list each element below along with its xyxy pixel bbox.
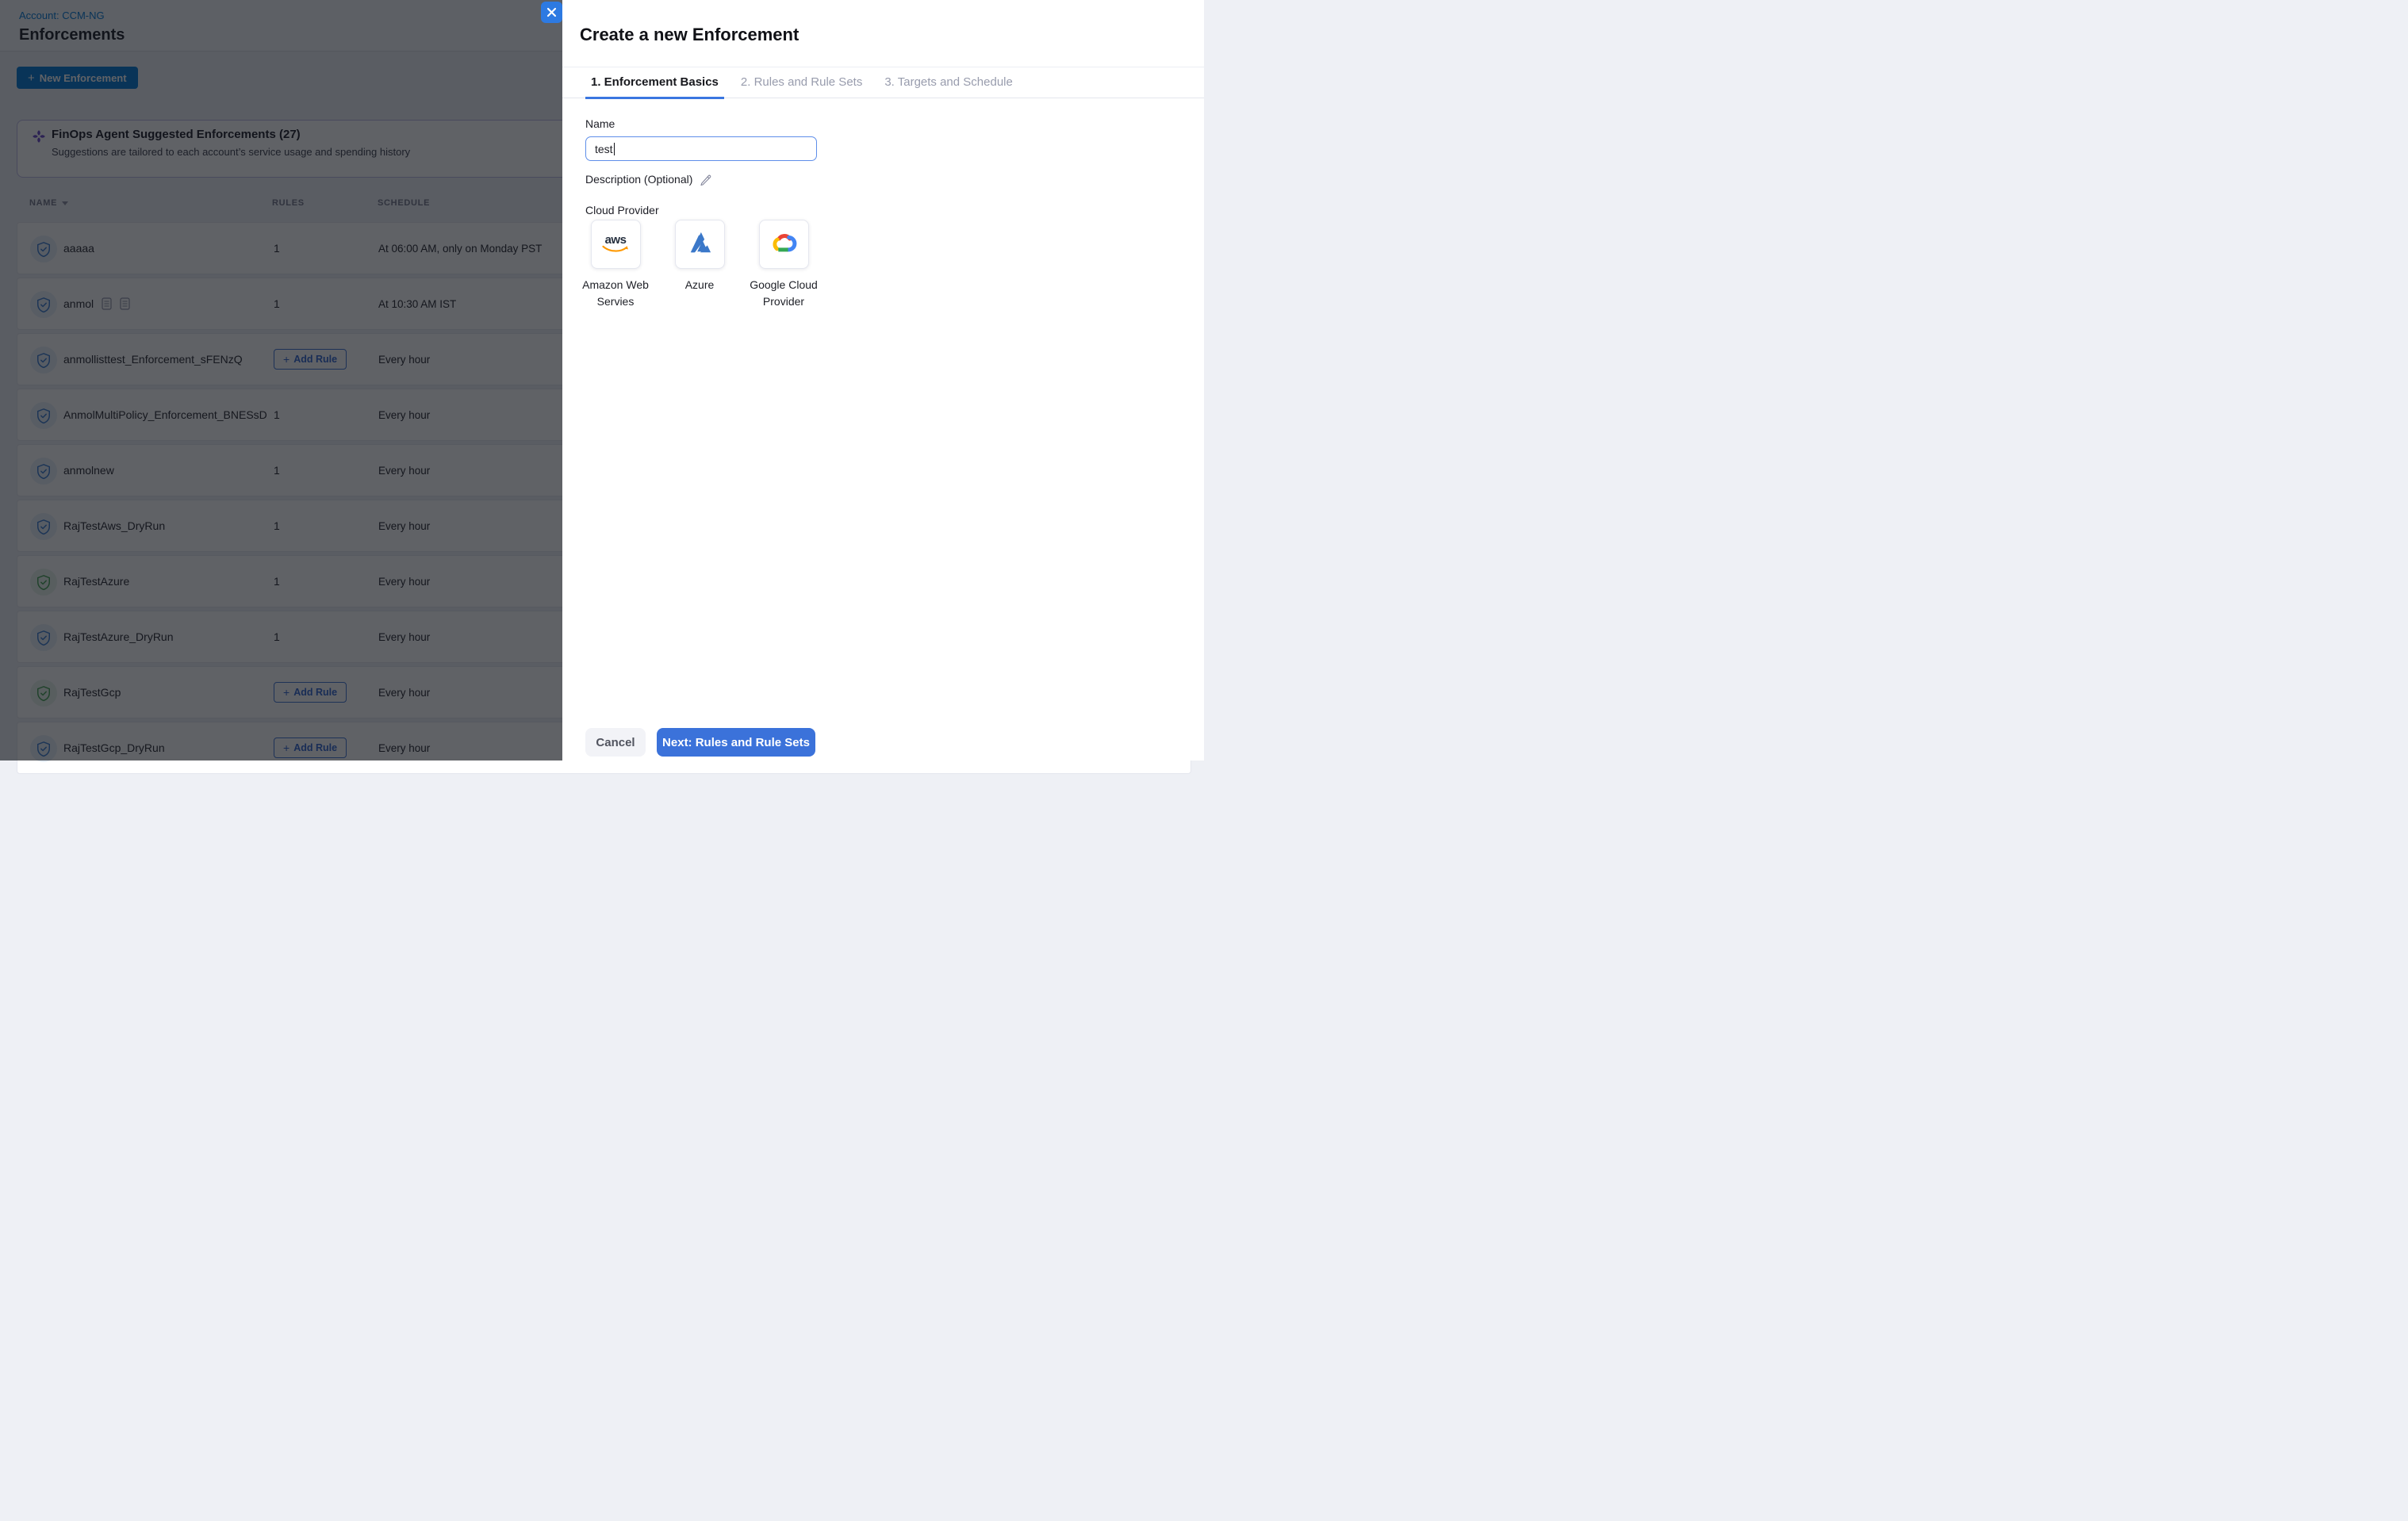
text-cursor (614, 143, 615, 155)
cloud-provider-options: aws Amazon Web Servies (562, 220, 1204, 315)
drawer-title: Create a new Enforcement (580, 25, 799, 45)
azure-logo-icon (686, 231, 713, 259)
provider-label-aws: Amazon Web Servies (568, 277, 663, 310)
cancel-button[interactable]: Cancel (585, 728, 646, 757)
gcp-logo-icon (769, 231, 798, 259)
wizard-tab-3[interactable]: 3. Targets and Schedule (879, 67, 1018, 99)
provider-card-aws[interactable]: aws Amazon Web Servies (568, 220, 663, 310)
description-label: Description (Optional) (585, 173, 692, 186)
name-input-value: test (595, 143, 613, 155)
modal-overlay-scrim[interactable] (0, 0, 562, 760)
close-icon (546, 7, 557, 17)
wizard-tab-1[interactable]: 1. Enforcement Basics (585, 67, 724, 99)
name-label: Name (585, 117, 615, 130)
name-input[interactable]: test (585, 136, 817, 161)
wizard-tabs: 1. Enforcement Basics 2. Rules and Rule S… (562, 67, 1204, 98)
provider-card-gcp[interactable]: Google Cloud Provider (736, 220, 831, 310)
edit-pencil-icon[interactable] (700, 174, 711, 186)
cloud-provider-label: Cloud Provider (585, 204, 659, 216)
provider-label-azure: Azure (652, 277, 747, 293)
provider-label-gcp: Google Cloud Provider (736, 277, 831, 310)
wizard-tab-2[interactable]: 2. Rules and Rule Sets (735, 67, 868, 99)
close-button[interactable] (541, 2, 562, 23)
next-button[interactable]: Next: Rules and Rule Sets (657, 728, 815, 757)
create-enforcement-drawer: Create a new Enforcement 1. Enforcement … (562, 0, 1204, 760)
aws-logo-icon: aws (601, 235, 630, 254)
provider-card-azure[interactable]: Azure (652, 220, 747, 293)
